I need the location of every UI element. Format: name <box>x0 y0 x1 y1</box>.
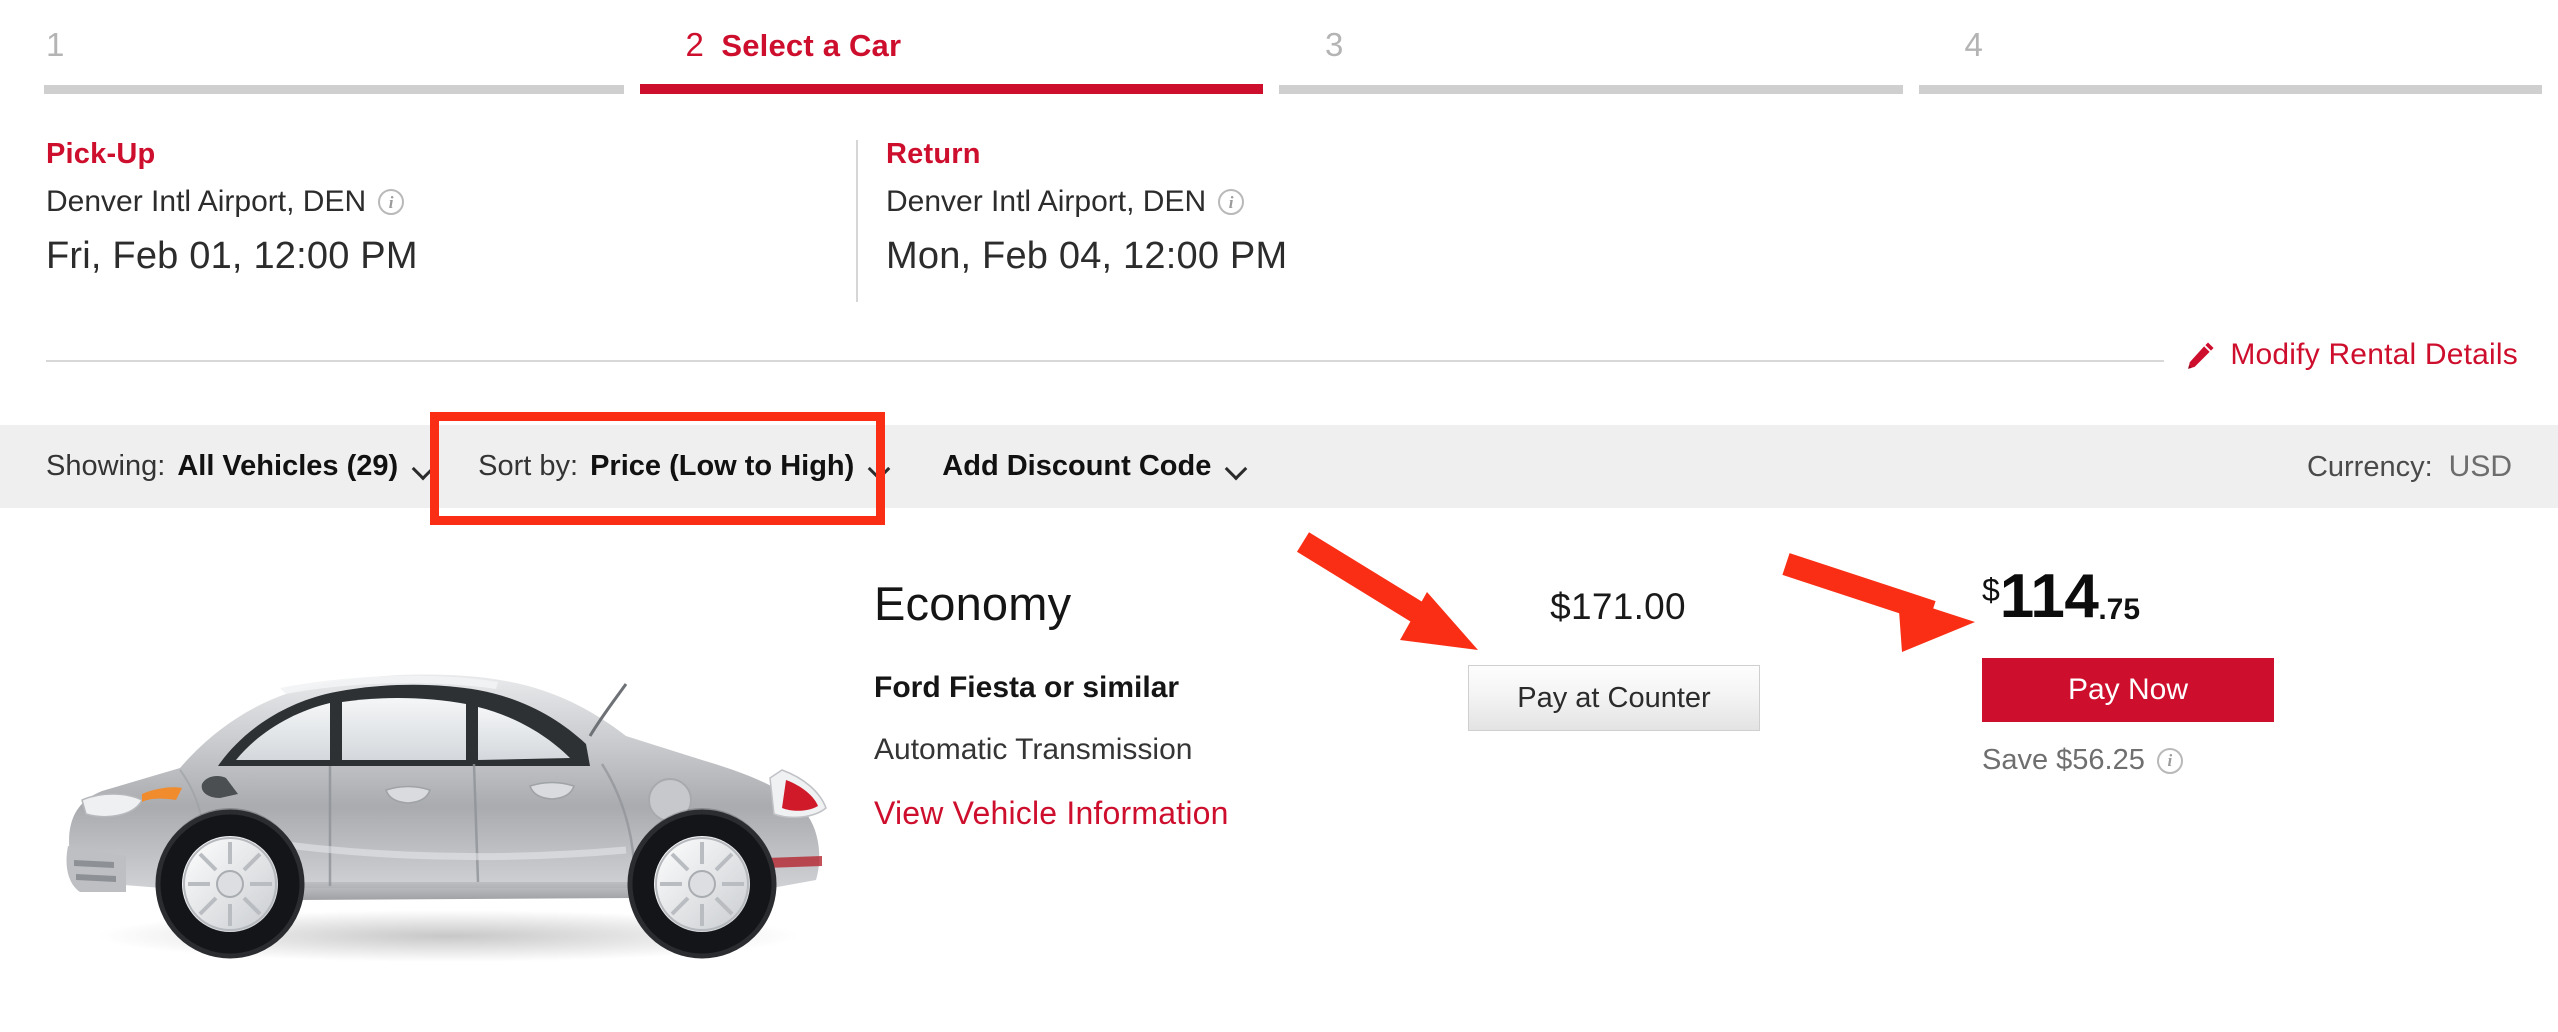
silver-sedan-car-icon <box>66 674 827 962</box>
pencil-icon <box>2188 342 2214 369</box>
add-discount-code-label: Add Discount Code <box>942 450 1212 482</box>
step-4[interactable]: 4 <box>1918 0 2558 100</box>
chevron-down-icon <box>414 461 434 472</box>
step-3-number: 3 <box>1325 26 1344 63</box>
return-location: Denver Intl Airport, DEN <box>886 185 1207 218</box>
return-info-icon[interactable]: i <box>1218 189 1245 215</box>
step-3-head: 3 <box>1325 28 1919 72</box>
vehicle-model: Ford Fiesta or similar <box>874 671 1180 704</box>
step-4-rule <box>1918 85 2542 94</box>
pickup-title: Pick-Up <box>46 138 156 170</box>
return-title: Return <box>886 138 981 170</box>
vehicle-class: Economy <box>874 577 1072 630</box>
showing-dropdown[interactable]: Showing: All Vehicles (29) <box>46 452 434 481</box>
step-2-rule <box>639 84 1263 94</box>
pay-now-currency-symbol: $ <box>1982 572 2000 608</box>
chevron-down-icon <box>870 461 890 472</box>
savings-info-icon[interactable]: i <box>2156 747 2183 774</box>
pay-now-price: $ 114 .75 <box>1982 562 2282 631</box>
vehicle-result-card: Economy Ford Fiesta or similar Automatic… <box>0 508 2558 1032</box>
vehicle-info-block: Economy Ford Fiesta or similar Automatic… <box>874 580 1434 829</box>
pay-at-counter-button[interactable]: Pay at Counter <box>1468 665 1760 731</box>
summary-separator <box>46 360 2512 362</box>
add-discount-code-dropdown[interactable]: Add Discount Code <box>942 452 1247 481</box>
showing-value: All Vehicles (29) <box>177 450 399 482</box>
step-2-number: 2 <box>685 26 705 63</box>
chevron-down-icon <box>1227 461 1247 472</box>
pickup-location: Denver Intl Airport, DEN <box>46 185 367 218</box>
step-1-rule <box>44 85 624 94</box>
showing-label: Showing: <box>46 450 166 482</box>
booking-step-progress: 1 2 Select a Car 3 4 <box>0 0 2558 100</box>
modify-rental-details-label: Modify Rental Details <box>2230 338 2518 371</box>
modify-rental-details-button[interactable]: Modify Rental Details <box>2164 340 2518 370</box>
step-2-label: Select a Car <box>721 28 902 63</box>
savings-row: Save $56.25 i <box>1982 746 2282 775</box>
step-3[interactable]: 3 <box>1279 0 1919 100</box>
step-1-head: 1 <box>46 28 640 72</box>
currency-display: Currency: USD <box>2306 449 2512 483</box>
rental-summary: Pick-Up Denver Intl Airport, DEN i Fri, … <box>0 118 2558 336</box>
pickup-datetime: Fri, Feb 01, 12:00 PM <box>46 235 418 277</box>
pay-now-block: $ 114 .75 Pay Now Save $56.25 i <box>1982 562 2282 775</box>
pickup-summary: Pick-Up Denver Intl Airport, DEN i Fri, … <box>46 118 418 277</box>
savings-text: Save $56.25 <box>1982 744 2145 776</box>
pay-now-button[interactable]: Pay Now <box>1982 658 2274 722</box>
select-a-car-page: 1 2 Select a Car 3 4 Pick-Up Denver Intl… <box>0 0 2558 1032</box>
pay-now-dollars: 114 <box>1999 562 2099 631</box>
sort-by-dropdown[interactable]: Sort by: Price (Low to High) <box>478 452 890 481</box>
pickup-info-icon[interactable]: i <box>378 189 405 215</box>
step-1-number: 1 <box>46 26 65 63</box>
return-summary: Return Denver Intl Airport, DEN i Mon, F… <box>886 118 1288 277</box>
modify-rental-row: Modify Rental Details <box>0 340 2558 400</box>
return-location-row: Denver Intl Airport, DEN i <box>886 187 1287 217</box>
vehicle-image <box>30 588 860 988</box>
step-1[interactable]: 1 <box>0 0 640 100</box>
sort-by-value: Price (Low to High) <box>590 450 855 482</box>
step-4-number: 4 <box>1964 26 1984 63</box>
pay-now-cents: .75 <box>2098 593 2141 626</box>
step-3-rule <box>1279 85 1903 94</box>
vehicle-transmission: Automatic Transmission <box>874 733 1193 766</box>
return-datetime: Mon, Feb 04, 12:00 PM <box>886 235 1288 277</box>
vehicle-filter-bar: Showing: All Vehicles (29) Sort by: Pric… <box>0 425 2558 508</box>
step-2[interactable]: 2 Select a Car <box>639 0 1280 100</box>
currency-label: Currency: <box>2306 450 2433 483</box>
pay-at-counter-price: $171.00 <box>1550 586 1686 627</box>
currency-value: USD <box>2448 449 2512 483</box>
step-2-head: 2 Select a Car <box>686 28 1280 72</box>
pay-at-counter-block: $171.00 Pay at Counter <box>1468 588 1768 731</box>
pickup-location-row: Denver Intl Airport, DEN i <box>46 187 418 217</box>
summary-divider <box>856 140 858 302</box>
view-vehicle-information-link[interactable]: View Vehicle Information <box>874 797 1434 829</box>
step-4-head: 4 <box>1965 28 2558 72</box>
sort-by-label: Sort by: <box>478 450 579 482</box>
